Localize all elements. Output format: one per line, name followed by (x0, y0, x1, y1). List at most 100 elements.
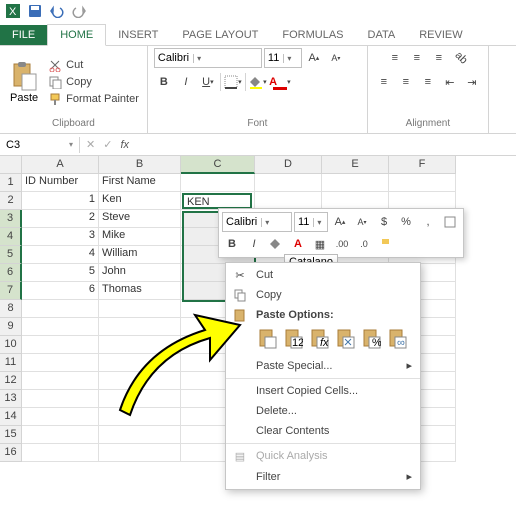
mini-border2-icon[interactable]: ▦ (310, 234, 330, 254)
menu-filter[interactable]: Filter▸ (226, 466, 420, 487)
cell[interactable]: John (99, 264, 181, 282)
row-header-12[interactable]: 12 (0, 372, 22, 390)
cut-button[interactable]: Cut (46, 57, 141, 73)
cell[interactable] (22, 318, 99, 336)
row-header-15[interactable]: 15 (0, 426, 22, 444)
format-painter-button[interactable]: Format Painter (46, 91, 141, 107)
mini-bold-icon[interactable]: B (222, 234, 242, 254)
tab-home[interactable]: HOME (47, 24, 106, 46)
copy-button[interactable]: Copy (46, 74, 141, 90)
mini-grow-font-icon[interactable]: A▴ (330, 212, 350, 232)
align-top-icon[interactable]: ≡ (385, 48, 405, 68)
align-bottom-icon[interactable]: ≡ (429, 48, 449, 68)
cell[interactable]: 3 (22, 228, 99, 246)
row-header-16[interactable]: 16 (0, 444, 22, 462)
cell[interactable]: 1 (22, 192, 99, 210)
tab-review[interactable]: REVIEW (407, 25, 474, 45)
col-header-d[interactable]: D (255, 156, 322, 174)
row-header-4[interactable]: 4 (0, 228, 22, 246)
menu-paste-special[interactable]: Paste Special...▸ (226, 355, 420, 376)
mini-italic-icon[interactable]: I (244, 234, 264, 254)
menu-insert-copied[interactable]: Insert Copied Cells... (226, 381, 420, 401)
cell[interactable]: William (99, 246, 181, 264)
paste-transpose-button[interactable] (334, 327, 358, 351)
align-left-icon[interactable]: ≡ (374, 72, 394, 92)
mini-font-combo[interactable]: Calibri▾ (222, 212, 292, 232)
align-middle-icon[interactable]: ≡ (407, 48, 427, 68)
decrease-font-icon[interactable]: A▾ (326, 48, 346, 68)
cell[interactable]: 4 (22, 246, 99, 264)
cell[interactable] (22, 426, 99, 444)
cell[interactable] (22, 372, 99, 390)
mini-comma-icon[interactable]: , (418, 212, 438, 232)
cell[interactable]: 5 (22, 264, 99, 282)
active-cell[interactable]: KEN (182, 193, 252, 209)
row-header-6[interactable]: 6 (0, 264, 22, 282)
underline-button[interactable]: U▾ (198, 72, 218, 92)
tab-data[interactable]: DATA (356, 25, 408, 45)
row-header-2[interactable]: 2 (0, 192, 22, 210)
mini-fill-icon[interactable] (266, 234, 286, 254)
menu-copy[interactable]: Copy (226, 285, 420, 305)
paste-all-button[interactable] (256, 327, 280, 351)
fx-icon[interactable]: fx (120, 139, 129, 151)
cancel-icon[interactable]: ✕ (86, 138, 95, 151)
tab-file[interactable]: FILE (0, 25, 47, 45)
cell[interactable]: Thomas (99, 282, 181, 300)
cell[interactable]: First Name (99, 174, 181, 192)
row-header-10[interactable]: 10 (0, 336, 22, 354)
decrease-indent-icon[interactable]: ⇤ (440, 72, 460, 92)
col-header-a[interactable]: A (22, 156, 99, 174)
cell[interactable] (322, 174, 389, 192)
row-header-14[interactable]: 14 (0, 408, 22, 426)
tab-page-layout[interactable]: PAGE LAYOUT (170, 25, 270, 45)
cell[interactable]: 2 (22, 210, 99, 228)
cell[interactable] (22, 300, 99, 318)
mini-dec-inc-icon[interactable]: .0 (354, 234, 374, 254)
mini-currency-icon[interactable]: $ (374, 212, 394, 232)
cell[interactable]: ID Number (22, 174, 99, 192)
mini-shrink-font-icon[interactable]: A▾ (352, 212, 372, 232)
italic-button[interactable]: I (176, 72, 196, 92)
cell[interactable] (181, 174, 255, 192)
row-header-7[interactable]: 7 (0, 282, 22, 300)
mini-inc-dec-icon[interactable]: .00 (332, 234, 352, 254)
menu-cut[interactable]: ✂Cut (226, 265, 420, 285)
tab-formulas[interactable]: FORMULAS (270, 25, 355, 45)
name-box[interactable]: C3▾ (0, 137, 80, 153)
worksheet-grid[interactable]: A B C D E F (0, 156, 516, 174)
col-header-b[interactable]: B (99, 156, 181, 174)
menu-delete[interactable]: Delete... (226, 401, 420, 421)
row-header-9[interactable]: 9 (0, 318, 22, 336)
mini-border-icon[interactable] (440, 212, 460, 232)
paste-formatting-button[interactable]: % (360, 327, 384, 351)
select-all-corner[interactable] (0, 156, 22, 174)
menu-clear[interactable]: Clear Contents (226, 421, 420, 441)
cell[interactable]: 6 (22, 282, 99, 300)
undo-icon[interactable] (50, 4, 64, 18)
font-size-combo[interactable]: 11▾ (264, 48, 302, 68)
increase-indent-icon[interactable]: ⇥ (462, 72, 482, 92)
cell[interactable]: Mike (99, 228, 181, 246)
paste-values-button[interactable]: 123 (282, 327, 306, 351)
redo-icon[interactable] (72, 4, 86, 18)
font-color-button[interactable]: A▾ (270, 72, 290, 92)
row-header-8[interactable]: 8 (0, 300, 22, 318)
save-icon[interactable] (28, 4, 42, 18)
col-header-c[interactable]: C (181, 156, 255, 174)
row-header-5[interactable]: 5 (0, 246, 22, 264)
bold-button[interactable]: B (154, 72, 174, 92)
cell[interactable]: Ken (99, 192, 181, 210)
row-header-3[interactable]: 3 (0, 210, 22, 228)
enter-icon[interactable]: ✓ (103, 138, 112, 151)
row-header-11[interactable]: 11 (0, 354, 22, 372)
cell[interactable] (22, 444, 99, 462)
cell[interactable] (22, 336, 99, 354)
fill-color-button[interactable]: ▾ (248, 72, 268, 92)
border-button[interactable]: ▾ (223, 72, 243, 92)
col-header-f[interactable]: F (389, 156, 456, 174)
align-center-icon[interactable]: ≡ (396, 72, 416, 92)
row-header-13[interactable]: 13 (0, 390, 22, 408)
cell[interactable]: Steve (99, 210, 181, 228)
cell[interactable] (255, 174, 322, 192)
